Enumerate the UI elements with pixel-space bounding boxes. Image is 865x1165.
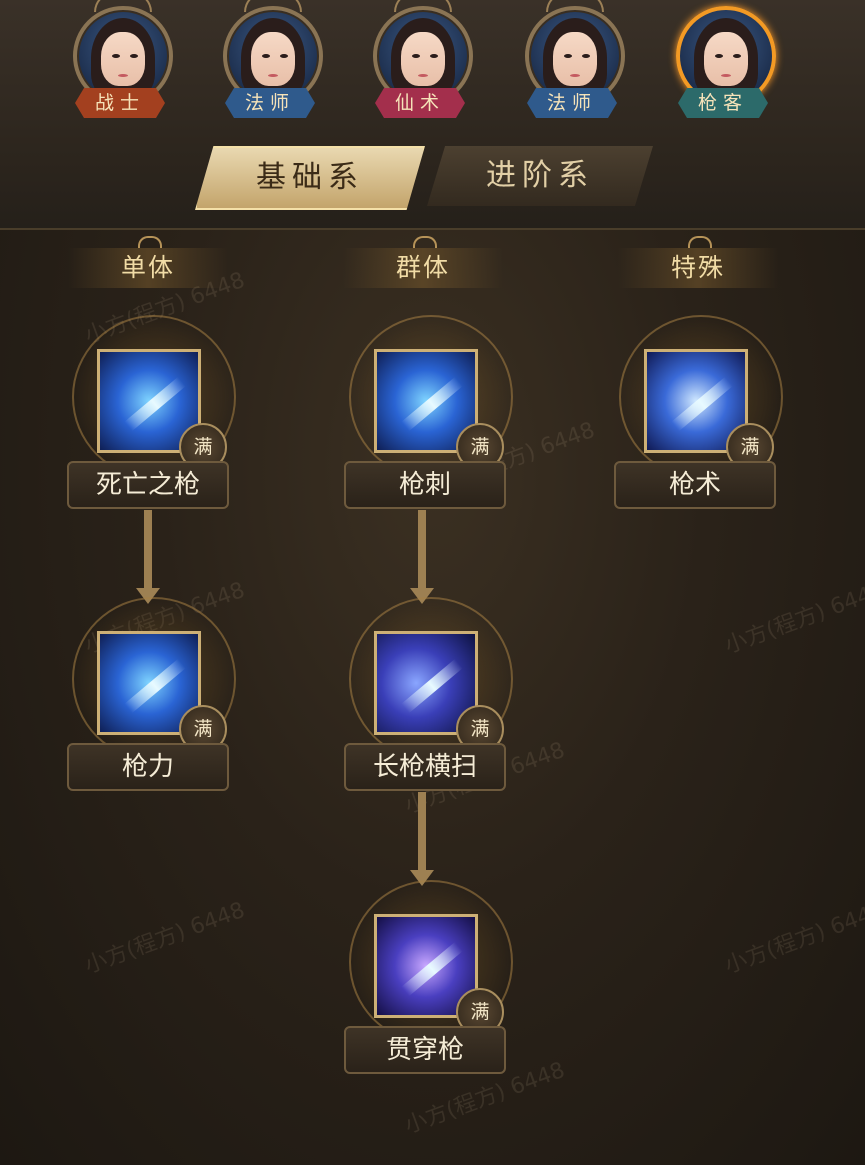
skill-name: 枪术 xyxy=(614,461,776,509)
crown-ornament-icon xyxy=(94,0,152,12)
class-tag: 法师 xyxy=(225,88,315,118)
connector-arrow-icon xyxy=(410,792,434,886)
character-slot-2[interactable]: 法师 xyxy=(215,0,325,130)
header-ornament-icon xyxy=(688,236,712,248)
column-header-group: 群体 xyxy=(343,236,503,288)
skill-name: 长枪横扫 xyxy=(344,743,506,791)
tab-basic[interactable]: 基础系 xyxy=(195,146,425,210)
skill-name: 枪力 xyxy=(67,743,229,791)
skill-name: 死亡之枪 xyxy=(67,461,229,509)
skill-spear-stab[interactable]: 满 枪刺 xyxy=(344,315,514,515)
class-tag: 法师 xyxy=(527,88,617,118)
tab-advanced[interactable]: 进阶系 xyxy=(427,146,653,206)
watermark: 小方(程方) 6448 xyxy=(721,897,865,979)
skill-death-spear[interactable]: 满 死亡之枪 xyxy=(67,315,237,515)
skill-name: 贯穿枪 xyxy=(344,1026,506,1074)
class-tag: 战士 xyxy=(75,88,165,118)
crown-ornament-icon xyxy=(546,0,604,12)
header-ornament-icon xyxy=(413,236,437,248)
watermark: 小方(程方) 6448 xyxy=(721,577,865,659)
skill-spear-power[interactable]: 满 枪力 xyxy=(67,597,237,797)
character-slot-4[interactable]: 法师 xyxy=(517,0,627,130)
class-tag: 仙术 xyxy=(375,88,465,118)
header-ornament-icon xyxy=(138,236,162,248)
skill-tab-bar: 基础系 进阶系 xyxy=(195,146,655,210)
character-slot-3[interactable]: 仙术 xyxy=(365,0,475,130)
skill-piercing-spear[interactable]: 满 贯穿枪 xyxy=(344,880,514,1080)
skill-name: 枪刺 xyxy=(344,461,506,509)
character-slot-5-selected[interactable]: 枪客 xyxy=(668,0,778,130)
watermark: 小方(程方) 6448 xyxy=(81,897,249,979)
character-slot-1[interactable]: 战士 xyxy=(65,0,175,130)
connector-arrow-icon xyxy=(410,510,434,604)
column-header-special: 特殊 xyxy=(618,236,778,288)
skill-spear-art[interactable]: 满 枪术 xyxy=(614,315,784,515)
skill-long-spear-sweep[interactable]: 满 长枪横扫 xyxy=(344,597,514,797)
crown-ornament-icon xyxy=(244,0,302,12)
crown-ornament-icon xyxy=(394,0,452,12)
column-header-single: 单体 xyxy=(68,236,228,288)
connector-arrow-icon xyxy=(136,510,160,604)
class-tag: 枪客 xyxy=(678,88,768,118)
